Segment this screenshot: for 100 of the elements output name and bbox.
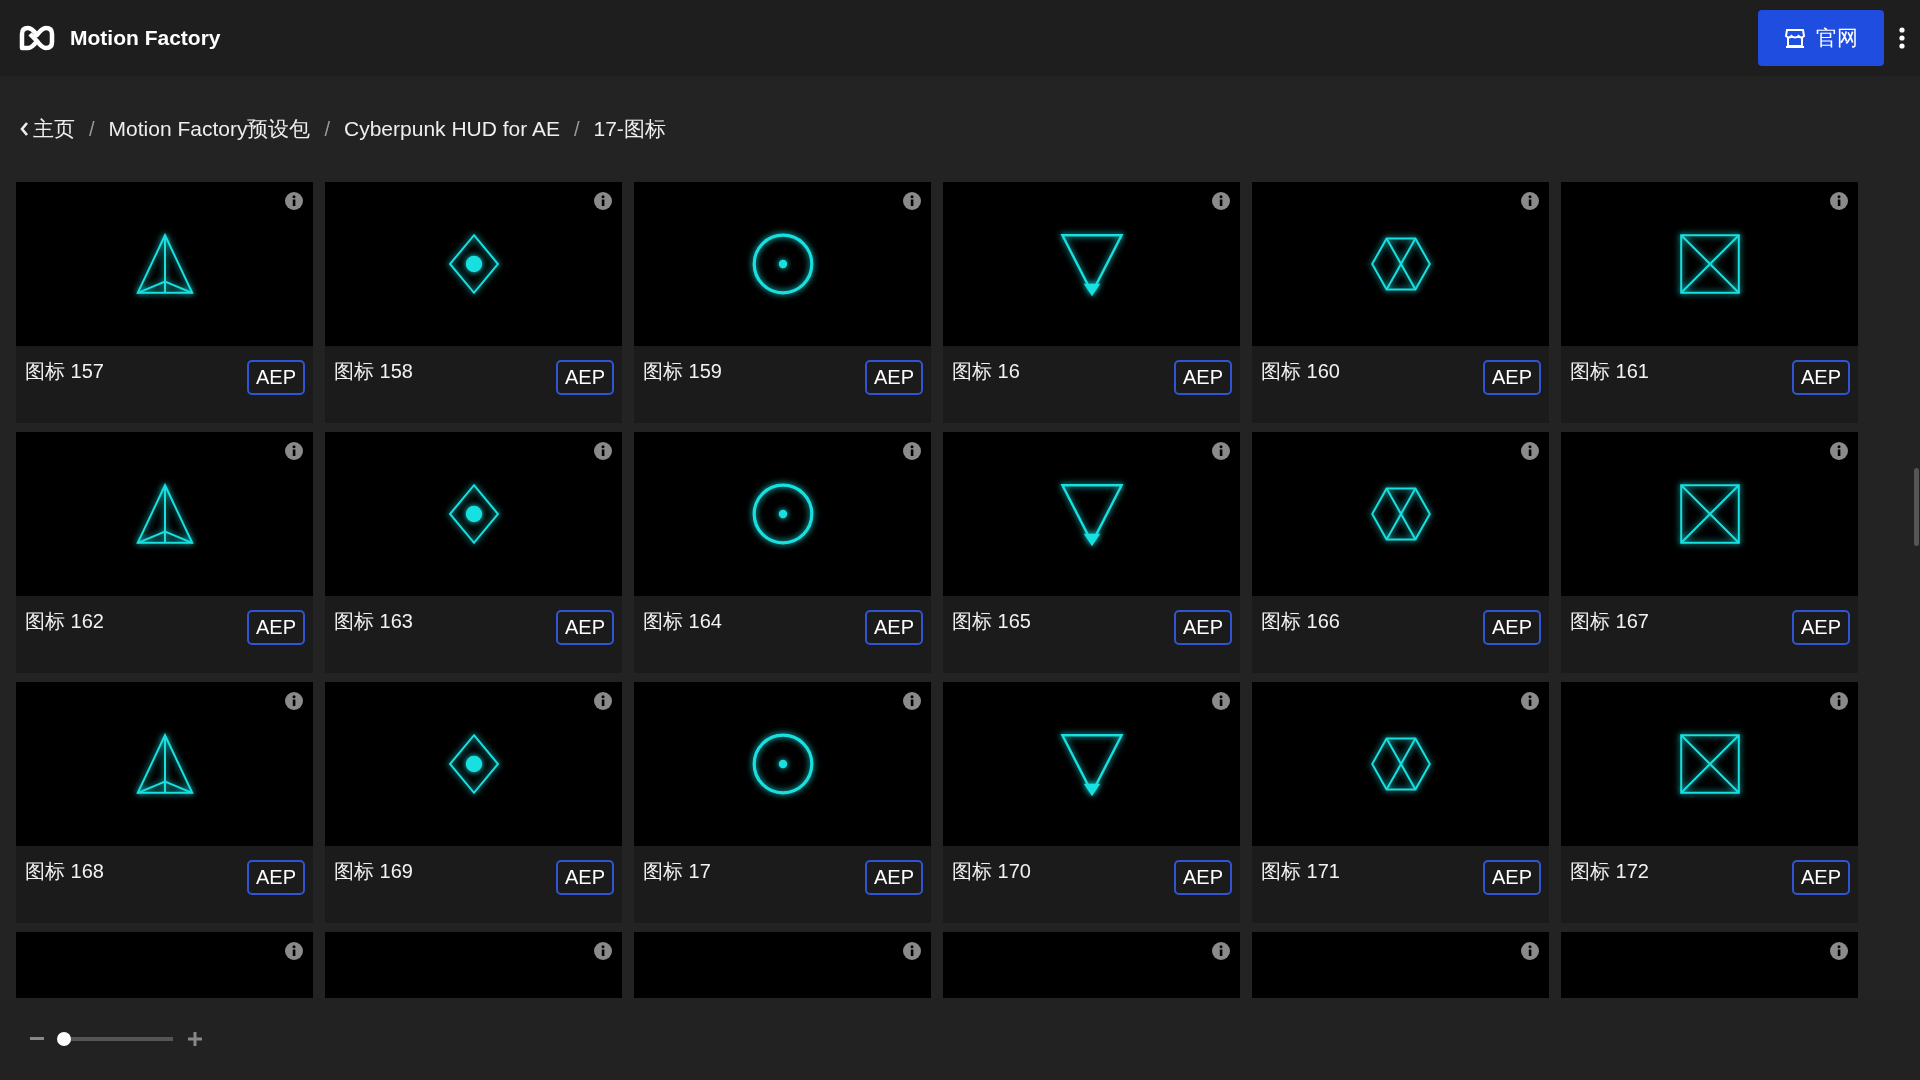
info-icon[interactable] [903,192,921,210]
asset-card[interactable]: 图标 160 AEP [1252,182,1549,423]
info-icon[interactable] [1830,442,1848,460]
format-tag: AEP [246,860,305,895]
ring-icon [750,732,815,796]
info-icon[interactable] [1212,942,1230,960]
card-title: 图标 172 [1570,859,1649,884]
breadcrumb-link[interactable]: Cyberpunk HUD for AE [344,117,560,141]
thumbnail[interactable] [634,432,931,596]
info-icon[interactable] [285,442,303,460]
info-icon[interactable] [903,442,921,460]
format-tag: AEP [1791,860,1850,895]
breadcrumb-link[interactable]: 17-图标 [593,115,666,143]
ring-icon [750,482,815,546]
back-link[interactable]: 主页 [20,115,75,143]
asset-card[interactable]: 图标 157 AEP [16,182,313,423]
thumbnail[interactable] [325,682,622,846]
triangle-icon [1059,482,1124,546]
crossed-square-icon [1677,482,1742,546]
thumbnail[interactable] [16,682,313,846]
thumbnail[interactable] [943,432,1240,596]
info-icon[interactable] [1212,442,1230,460]
thumbnail[interactable] [634,682,931,846]
zoom-out-icon[interactable] [30,1037,44,1041]
zoom-in-icon[interactable] [188,1032,202,1046]
info-icon[interactable] [594,192,612,210]
thumbnail[interactable] [1561,682,1858,846]
thumbnail[interactable] [1252,432,1549,596]
asset-card[interactable]: 图标 161 AEP [1561,182,1858,423]
asset-card[interactable]: 图标 17 AEP [634,682,931,923]
info-icon[interactable] [903,692,921,710]
format-tag: AEP [555,610,614,645]
thumbnail[interactable] [943,182,1240,346]
asset-card[interactable]: 图标 168 AEP [16,682,313,923]
asset-card[interactable]: 图标 165 AEP [943,432,1240,673]
ring-icon [750,232,815,296]
breadcrumb-separator: / [324,117,330,141]
info-icon[interactable] [1521,942,1539,960]
logo-icon [18,24,56,52]
asset-card[interactable]: 图标 167 AEP [1561,432,1858,673]
asset-card[interactable]: 图标 163 AEP [325,432,622,673]
chevron-left-icon [20,122,29,136]
breadcrumb-link[interactable]: Motion Factory预设包 [108,115,311,143]
asset-card[interactable]: 图标 162 AEP [16,432,313,673]
info-icon[interactable] [594,442,612,460]
info-icon[interactable] [1521,692,1539,710]
asset-card[interactable]: 图标 158 AEP [325,182,622,423]
info-icon[interactable] [1212,192,1230,210]
format-tag: AEP [864,360,923,395]
slider-thumb[interactable] [56,1032,71,1046]
info-icon[interactable] [1830,942,1848,960]
thumbnail[interactable] [325,432,622,596]
asset-card[interactable]: 图标 169 AEP [325,682,622,923]
format-tag: AEP [864,610,923,645]
format-tag: AEP [1482,860,1541,895]
asset-card[interactable]: 图标 172 AEP [1561,682,1858,923]
thumbnail[interactable] [16,432,313,596]
triangle-icon [1059,732,1124,796]
format-tag: AEP [1173,860,1232,895]
thumbnail[interactable] [634,182,931,346]
info-icon[interactable] [903,942,921,960]
crossed-square-icon [1677,232,1742,296]
card-title: 图标 168 [25,859,104,884]
info-icon[interactable] [285,192,303,210]
format-tag: AEP [246,610,305,645]
asset-card[interactable]: 图标 164 AEP [634,432,931,673]
info-icon[interactable] [1212,692,1230,710]
format-tag: AEP [1482,360,1541,395]
brand-name: Motion Factory [70,26,221,50]
info-icon[interactable] [285,692,303,710]
info-icon[interactable] [1521,442,1539,460]
thumbnail[interactable] [1252,182,1549,346]
asset-card[interactable]: 图标 16 AEP [943,182,1240,423]
thumbnail[interactable] [943,682,1240,846]
format-tag: AEP [1791,610,1850,645]
format-tag: AEP [1173,610,1232,645]
card-title: 图标 170 [952,859,1031,884]
info-icon[interactable] [594,692,612,710]
website-button[interactable]: 官网 [1758,10,1884,66]
info-icon[interactable] [1521,192,1539,210]
card-title: 图标 163 [334,609,413,634]
thumbnail[interactable] [1561,432,1858,596]
thumbnail[interactable] [1252,682,1549,846]
format-tag: AEP [864,860,923,895]
thumbnail[interactable] [325,182,622,346]
more-menu-icon[interactable] [1898,27,1906,49]
asset-card[interactable]: 图标 170 AEP [943,682,1240,923]
scrollbar-thumb[interactable] [1914,468,1919,546]
asset-card[interactable]: 图标 171 AEP [1252,682,1549,923]
format-tag: AEP [1173,360,1232,395]
card-title: 图标 164 [643,609,722,634]
info-icon[interactable] [285,942,303,960]
info-icon[interactable] [594,942,612,960]
info-icon[interactable] [1830,192,1848,210]
asset-card[interactable]: 图标 166 AEP [1252,432,1549,673]
thumbnail[interactable] [16,182,313,346]
thumbnail[interactable] [1561,182,1858,346]
asset-card[interactable]: 图标 159 AEP [634,182,931,423]
info-icon[interactable] [1830,692,1848,710]
card-title: 图标 167 [1570,609,1649,634]
